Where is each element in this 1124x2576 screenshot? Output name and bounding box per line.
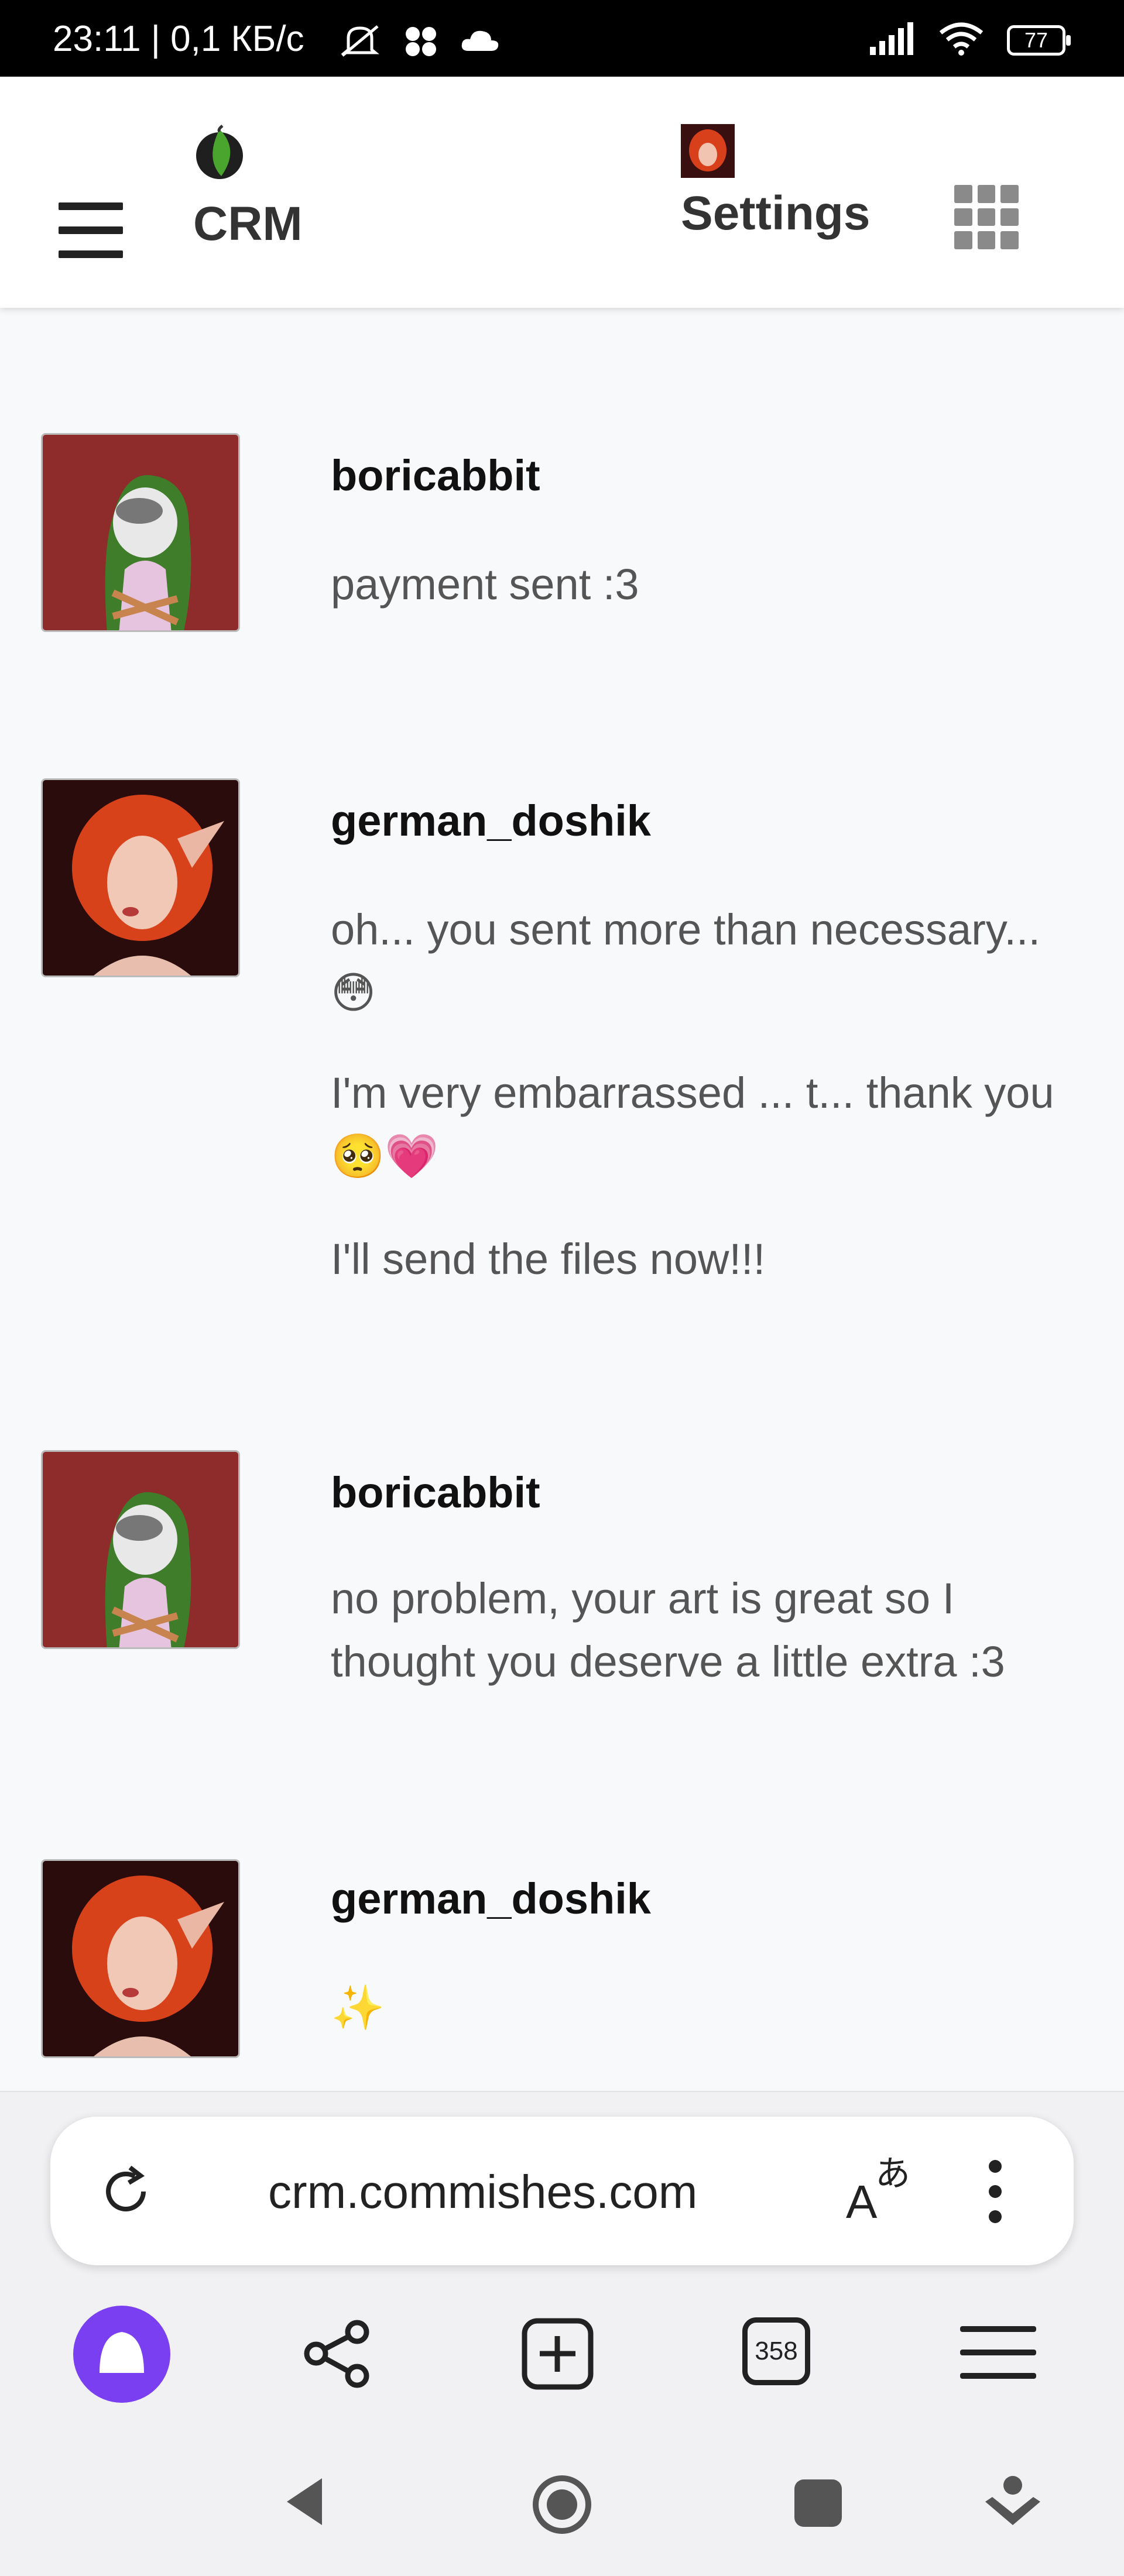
- battery-indicator: 77: [1007, 25, 1071, 56]
- message-text: no problem, your art is great so I thoug…: [331, 1574, 1005, 1686]
- status-time: 23:11 | 0,1 КБ/с: [53, 19, 304, 59]
- tab-count-button[interactable]: 358: [742, 2317, 810, 2385]
- user-avatar[interactable]: [681, 124, 735, 178]
- settings-link[interactable]: Settings: [681, 186, 870, 241]
- translate-icon[interactable]: Aあ: [846, 2153, 922, 2228]
- muted-bell-icon: [337, 23, 383, 61]
- wifi-icon: [938, 21, 985, 59]
- url-text[interactable]: crm.commishes.com: [268, 2165, 697, 2219]
- browser-menu-icon[interactable]: [960, 2323, 1036, 2385]
- back-icon[interactable]: [281, 2472, 328, 2534]
- app-title[interactable]: CRM: [193, 197, 303, 252]
- reload-icon[interactable]: [94, 2159, 158, 2227]
- app-header: CRM Settings: [0, 77, 1124, 308]
- message-text: oh... you sent more than necessary... 😳: [331, 905, 1041, 1017]
- home-icon[interactable]: [530, 2472, 594, 2540]
- assist-gesture-icon[interactable]: [981, 2472, 1045, 2540]
- avatar-boricabbit[interactable]: [41, 433, 240, 632]
- signal-icon: [869, 21, 916, 59]
- status-bar: 23:11 | 0,1 КБ/с 77: [0, 0, 1124, 77]
- recents-icon[interactable]: [793, 2478, 843, 2531]
- message-username: boricabbit: [331, 1468, 540, 1517]
- message-username: boricabbit: [331, 451, 540, 500]
- tab-count-label: 358: [755, 2337, 798, 2365]
- cloud-icon: [460, 26, 501, 59]
- crm-logo-icon: [193, 123, 246, 182]
- apps-dots-icon: [401, 23, 442, 61]
- share-icon[interactable]: [301, 2317, 375, 2393]
- message-text: payment sent :3: [331, 560, 639, 609]
- avatar-german-doshik[interactable]: [41, 778, 240, 977]
- message-text: ✨: [331, 1983, 385, 2032]
- alice-assistant-icon[interactable]: [73, 2306, 170, 2406]
- message-text: I'll send the files now!!!: [331, 1235, 766, 1283]
- svg-text:あ: あ: [875, 2153, 910, 2194]
- message-username: german_doshik: [331, 1874, 651, 1923]
- apps-grid-icon[interactable]: [954, 185, 1019, 249]
- new-tab-icon[interactable]: [521, 2317, 594, 2393]
- avatar-german-doshik[interactable]: [41, 1859, 240, 2058]
- menu-button[interactable]: [59, 202, 123, 258]
- svg-text:A: A: [846, 2176, 878, 2224]
- message-username: german_doshik: [331, 796, 651, 845]
- avatar-boricabbit[interactable]: [41, 1450, 240, 1649]
- message-text: I'm very embarrassed ... t... thank you …: [331, 1069, 1054, 1180]
- more-options-icon[interactable]: [986, 2159, 1004, 2227]
